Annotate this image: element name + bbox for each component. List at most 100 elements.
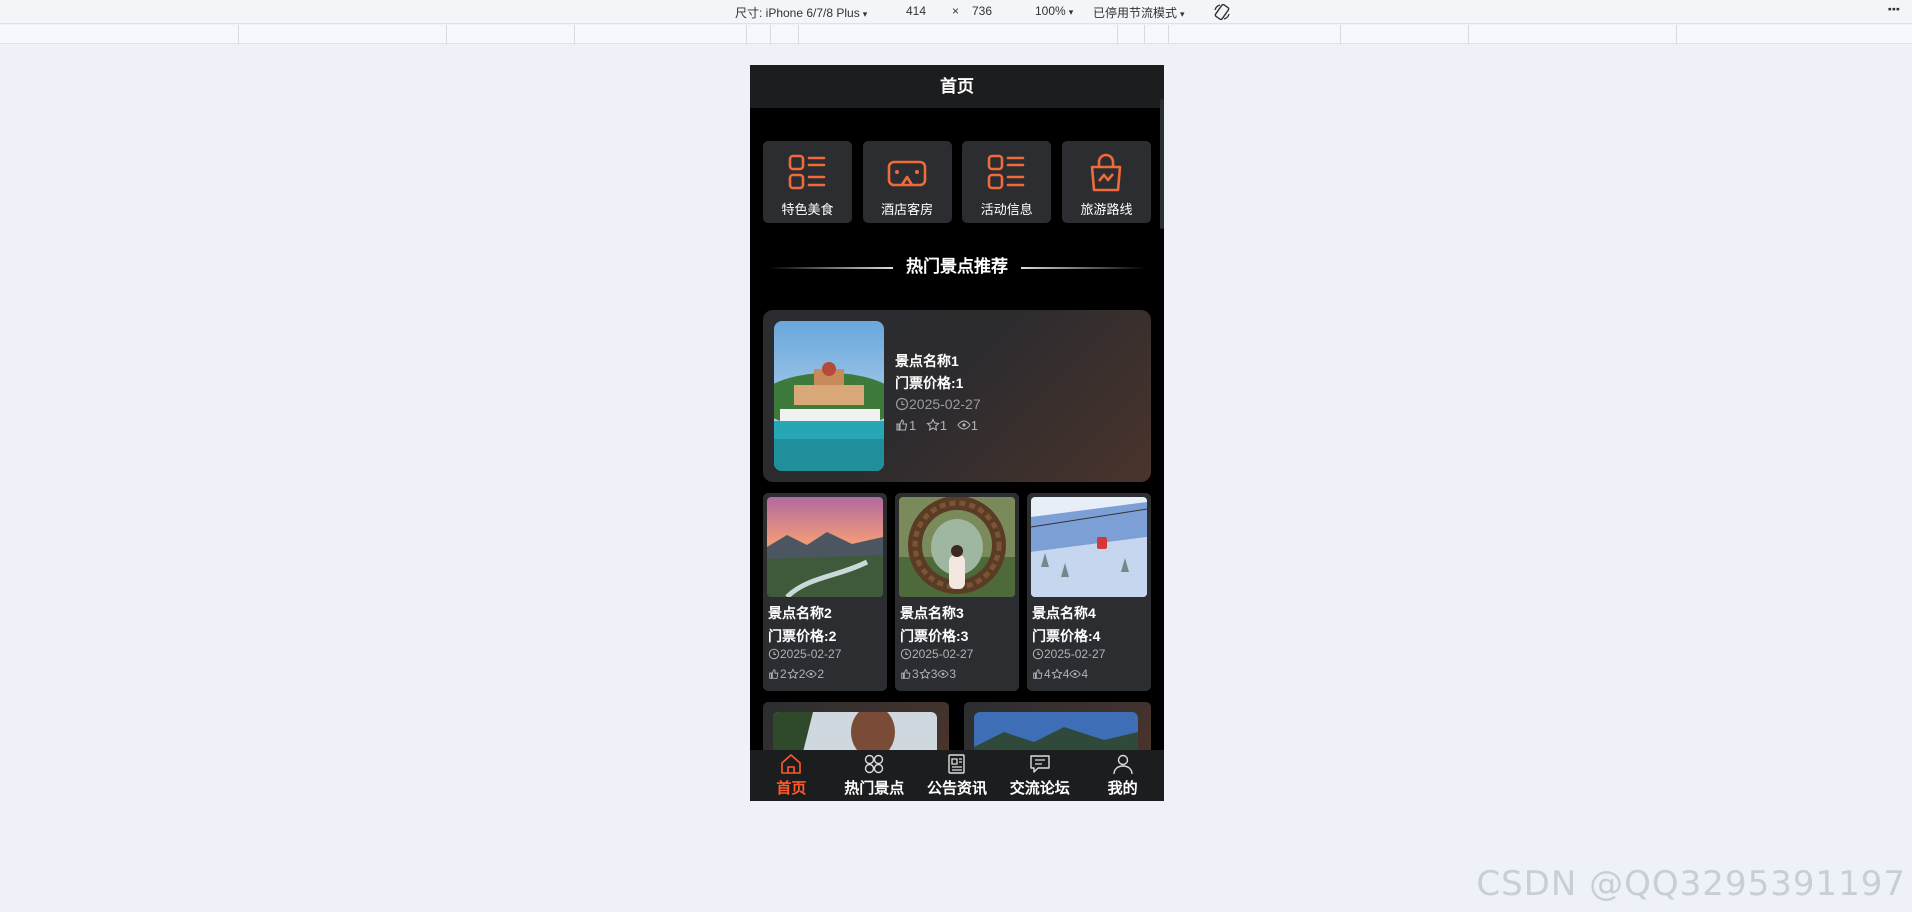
throttle-label: 已停用节流模式 bbox=[1093, 6, 1178, 20]
date-value: 2025-02-27 bbox=[1044, 647, 1106, 661]
dimension-separator: × bbox=[952, 4, 960, 18]
nav-tile-label: 酒店客房 bbox=[881, 202, 934, 217]
nav-tile-label: 活动信息 bbox=[980, 202, 1033, 217]
nav-tile-label: 特色美食 bbox=[781, 202, 834, 217]
width-input[interactable]: 414 bbox=[906, 4, 926, 18]
likes-count: 3 bbox=[912, 667, 919, 681]
tab-label: 热门景点 bbox=[844, 780, 905, 797]
rotate-icon[interactable] bbox=[1212, 2, 1232, 22]
thumbs-up-icon bbox=[1033, 669, 1043, 679]
page-title: 首页 bbox=[750, 65, 1164, 108]
favs-count: 2 bbox=[798, 667, 806, 681]
spot-name: 景点名称1 bbox=[895, 353, 959, 369]
list-icon bbox=[788, 154, 826, 190]
thumbs-up-icon bbox=[896, 419, 908, 431]
chevron-down-icon: ▾ bbox=[862, 9, 868, 19]
favs-count: 3 bbox=[930, 667, 938, 681]
throttle-select[interactable]: 已停用节流模式 ▾ bbox=[1093, 4, 1185, 21]
device-label: 尺寸: iPhone 6/7/8 Plus bbox=[735, 6, 860, 20]
likes-count: 4 bbox=[1044, 667, 1051, 681]
eye-icon bbox=[1069, 670, 1082, 678]
spot-stats: 222 bbox=[768, 667, 824, 681]
news-icon bbox=[948, 754, 965, 774]
thumbs-up-icon bbox=[901, 669, 911, 679]
star-icon bbox=[786, 668, 799, 680]
nav-tile-hotel[interactable]: 酒店客房 bbox=[862, 141, 952, 223]
section-header: 热门景点推荐 bbox=[768, 255, 1146, 279]
eye-icon bbox=[805, 670, 818, 678]
date-value: 2025-02-27 bbox=[909, 396, 981, 412]
spot-price: 门票价格:4 bbox=[1032, 628, 1101, 644]
chevron-down-icon: ▾ bbox=[1180, 9, 1185, 19]
spot-card[interactable]: 景点名称2 门票价格:2 2025-02-27 222 bbox=[763, 493, 887, 691]
scrollbar[interactable] bbox=[1160, 99, 1164, 229]
devtools-toolbar: 尺寸: iPhone 6/7/8 Plus ▾ 414 × 736 100% ▾ 已… bbox=[0, 0, 1912, 24]
chat-icon bbox=[1030, 755, 1050, 773]
zoom-label: 100% bbox=[1035, 4, 1066, 18]
spot-card[interactable]: 景点名称4 门票价格:4 2025-02-27 444 bbox=[1027, 493, 1151, 691]
date-value: 2025-02-27 bbox=[780, 647, 842, 661]
views-count: 4 bbox=[1081, 667, 1089, 681]
nav-tile-route[interactable]: 旅游路线 bbox=[1061, 141, 1151, 223]
mobile-viewport: 首页 特色美食 酒店客房 活动信息 旅游路线 热门景点推荐 景点名称1 门票价格… bbox=[750, 65, 1164, 801]
height-input[interactable]: 736 bbox=[972, 4, 992, 18]
bottom-tab-bar: 首页 热门景点 公告资讯 交流论坛 我的 bbox=[750, 750, 1164, 801]
likes-count: 1 bbox=[909, 418, 917, 433]
featured-spot-card[interactable]: 景点名称1 门票价格:1 2025-02-27 1 1 1 bbox=[763, 310, 1151, 482]
nav-tile-label: 旅游路线 bbox=[1080, 202, 1133, 217]
nav-tile-food[interactable]: 特色美食 bbox=[763, 141, 852, 223]
spot-image bbox=[899, 497, 1015, 597]
divider bbox=[1021, 267, 1146, 269]
spot-date: 2025-02-27 bbox=[768, 647, 841, 661]
zoom-select[interactable]: 100% ▾ bbox=[1035, 4, 1073, 18]
tab-forum[interactable]: 交流论坛 bbox=[998, 750, 1081, 801]
spot-date: 2025-02-27 bbox=[900, 647, 973, 661]
spot-price: 门票价格:3 bbox=[900, 628, 969, 644]
vr-goggles-icon bbox=[887, 160, 926, 187]
divider bbox=[768, 267, 893, 269]
media-query-ruler bbox=[0, 25, 1912, 44]
watermark: CSDN @QQ3295391197 bbox=[1476, 864, 1906, 904]
favs-count: 4 bbox=[1062, 667, 1070, 681]
tab-hot-spots[interactable]: 热门景点 bbox=[833, 750, 916, 801]
star-icon bbox=[918, 668, 931, 680]
spot-image bbox=[774, 321, 884, 471]
tab-label: 公告资讯 bbox=[926, 780, 987, 797]
spot-image bbox=[767, 497, 883, 597]
spot-price: 门票价格:2 bbox=[768, 628, 837, 644]
tab-home[interactable]: 首页 bbox=[750, 750, 833, 801]
spot-price: 门票价格:1 bbox=[895, 375, 964, 391]
spot-card[interactable]: 景点名称3 门票价格:3 2025-02-27 333 bbox=[895, 493, 1019, 691]
star-icon bbox=[926, 418, 940, 431]
list-icon bbox=[988, 154, 1025, 190]
spot-name: 景点名称4 bbox=[1032, 605, 1096, 621]
likes-count: 2 bbox=[780, 667, 787, 681]
spot-name: 景点名称3 bbox=[900, 605, 964, 621]
eye-icon bbox=[937, 670, 950, 678]
clover-icon bbox=[864, 754, 884, 774]
spot-image bbox=[1031, 497, 1147, 597]
home-icon bbox=[781, 754, 802, 774]
chevron-down-icon: ▾ bbox=[1068, 7, 1074, 17]
favs-count: 1 bbox=[939, 418, 948, 433]
shopping-bag-icon bbox=[1090, 153, 1122, 192]
clock-icon bbox=[1032, 648, 1044, 660]
tab-news[interactable]: 公告资讯 bbox=[916, 750, 999, 801]
eye-icon bbox=[957, 420, 971, 430]
device-select[interactable]: 尺寸: iPhone 6/7/8 Plus ▾ bbox=[735, 4, 867, 21]
spot-date: 2025-02-27 bbox=[1032, 647, 1105, 661]
thumbs-up-icon bbox=[769, 669, 779, 679]
nav-tile-activity[interactable]: 活动信息 bbox=[962, 141, 1052, 223]
tab-label: 交流论坛 bbox=[1009, 780, 1070, 797]
tab-profile[interactable]: 我的 bbox=[1081, 750, 1164, 801]
star-icon bbox=[1050, 668, 1063, 680]
spot-stats: 444 bbox=[1032, 667, 1088, 681]
section-title: 热门景点推荐 bbox=[906, 257, 1008, 276]
clock-icon bbox=[895, 397, 909, 411]
clock-icon bbox=[900, 648, 912, 660]
views-count: 3 bbox=[949, 667, 957, 681]
more-options-icon[interactable]: ⋮ bbox=[1886, 2, 1902, 15]
views-count: 1 bbox=[970, 418, 978, 433]
tab-label: 我的 bbox=[1107, 780, 1138, 797]
views-count: 2 bbox=[817, 667, 825, 681]
